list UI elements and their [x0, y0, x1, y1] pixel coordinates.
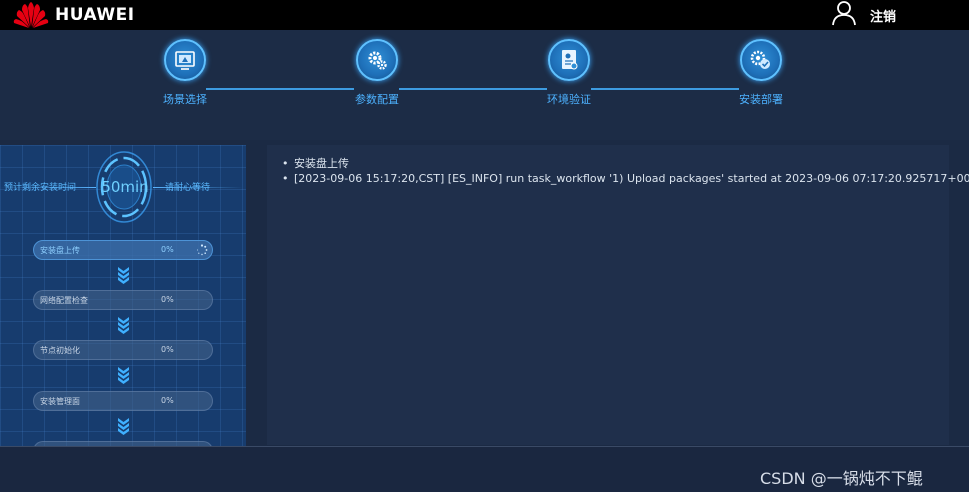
bottom-bar: CSDN @一锅炖不下鲲: [0, 446, 969, 492]
step-circle: [740, 39, 782, 81]
chevron-down-icon: [118, 267, 129, 284]
loading-spinner-icon: [197, 244, 208, 256]
step-connector: [206, 88, 354, 90]
chevron-down-icon: [118, 367, 129, 384]
logout-button[interactable]: 注销: [870, 6, 896, 25]
user-icon[interactable]: [831, 0, 857, 26]
step-circle: [548, 39, 590, 81]
gears-icon: [368, 51, 387, 70]
install-deploy-icon: [750, 50, 770, 69]
task-item: 安装管理面 0%: [33, 391, 213, 411]
task-name: 节点初始化: [40, 346, 80, 355]
task-item: 安装盘上传 0%: [33, 240, 213, 260]
watermark: CSDN @一锅炖不下鲲: [760, 469, 923, 488]
task-name: 安装盘上传: [40, 246, 80, 255]
please-wait-label: 请耐心等待: [165, 183, 211, 193]
step-label: 环境验证: [547, 93, 591, 106]
scene-select-icon: [175, 51, 195, 70]
install-progress-panel: 预计剩余安装时间 50min 请耐心等待 安装盘上传 0% 网络配置检查 0% …: [0, 145, 246, 447]
brand-name: HUAWEI: [55, 5, 135, 25]
chevron-down-icon: [118, 317, 129, 334]
step-label: 参数配置: [355, 93, 399, 106]
chevron-down-icon: [118, 418, 129, 435]
remaining-time-label: 预计剩余安装时间: [4, 183, 77, 193]
task-percent: 0%: [161, 396, 174, 405]
huawei-logo-icon: [13, 2, 49, 28]
task-item: 节点初始化 0%: [33, 340, 213, 360]
step-label: 安装部署: [739, 93, 783, 106]
step-connector: [591, 88, 739, 90]
progress-steps: 场景选择 参数配置 环境验证 安装部署: [0, 30, 969, 140]
task-percent: 0%: [161, 245, 174, 254]
step-connector: [399, 88, 547, 90]
task-percent: 0%: [161, 345, 174, 354]
log-entry: [2023-09-06 15:17:20,CST] [ES_INFO] run …: [282, 171, 969, 186]
step-circle: [164, 39, 206, 81]
document-check-icon: [562, 50, 578, 70]
remaining-time-value: 50min: [101, 178, 149, 196]
log-entry: 安装盘上传: [282, 156, 969, 171]
task-name: 安装管理面: [40, 397, 80, 406]
step-label: 场景选择: [163, 93, 207, 106]
task-item: 网络配置检查 0%: [33, 290, 213, 310]
task-percent: 0%: [161, 295, 174, 304]
install-log-panel[interactable]: 安装盘上传 [2023-09-06 15:17:20,CST] [ES_INFO…: [267, 145, 969, 445]
task-name: 网络配置检查: [40, 296, 88, 305]
log-list: 安装盘上传 [2023-09-06 15:17:20,CST] [ES_INFO…: [282, 156, 969, 186]
step-circle: [356, 39, 398, 81]
top-bar: HUAWEI 注销: [0, 0, 969, 30]
